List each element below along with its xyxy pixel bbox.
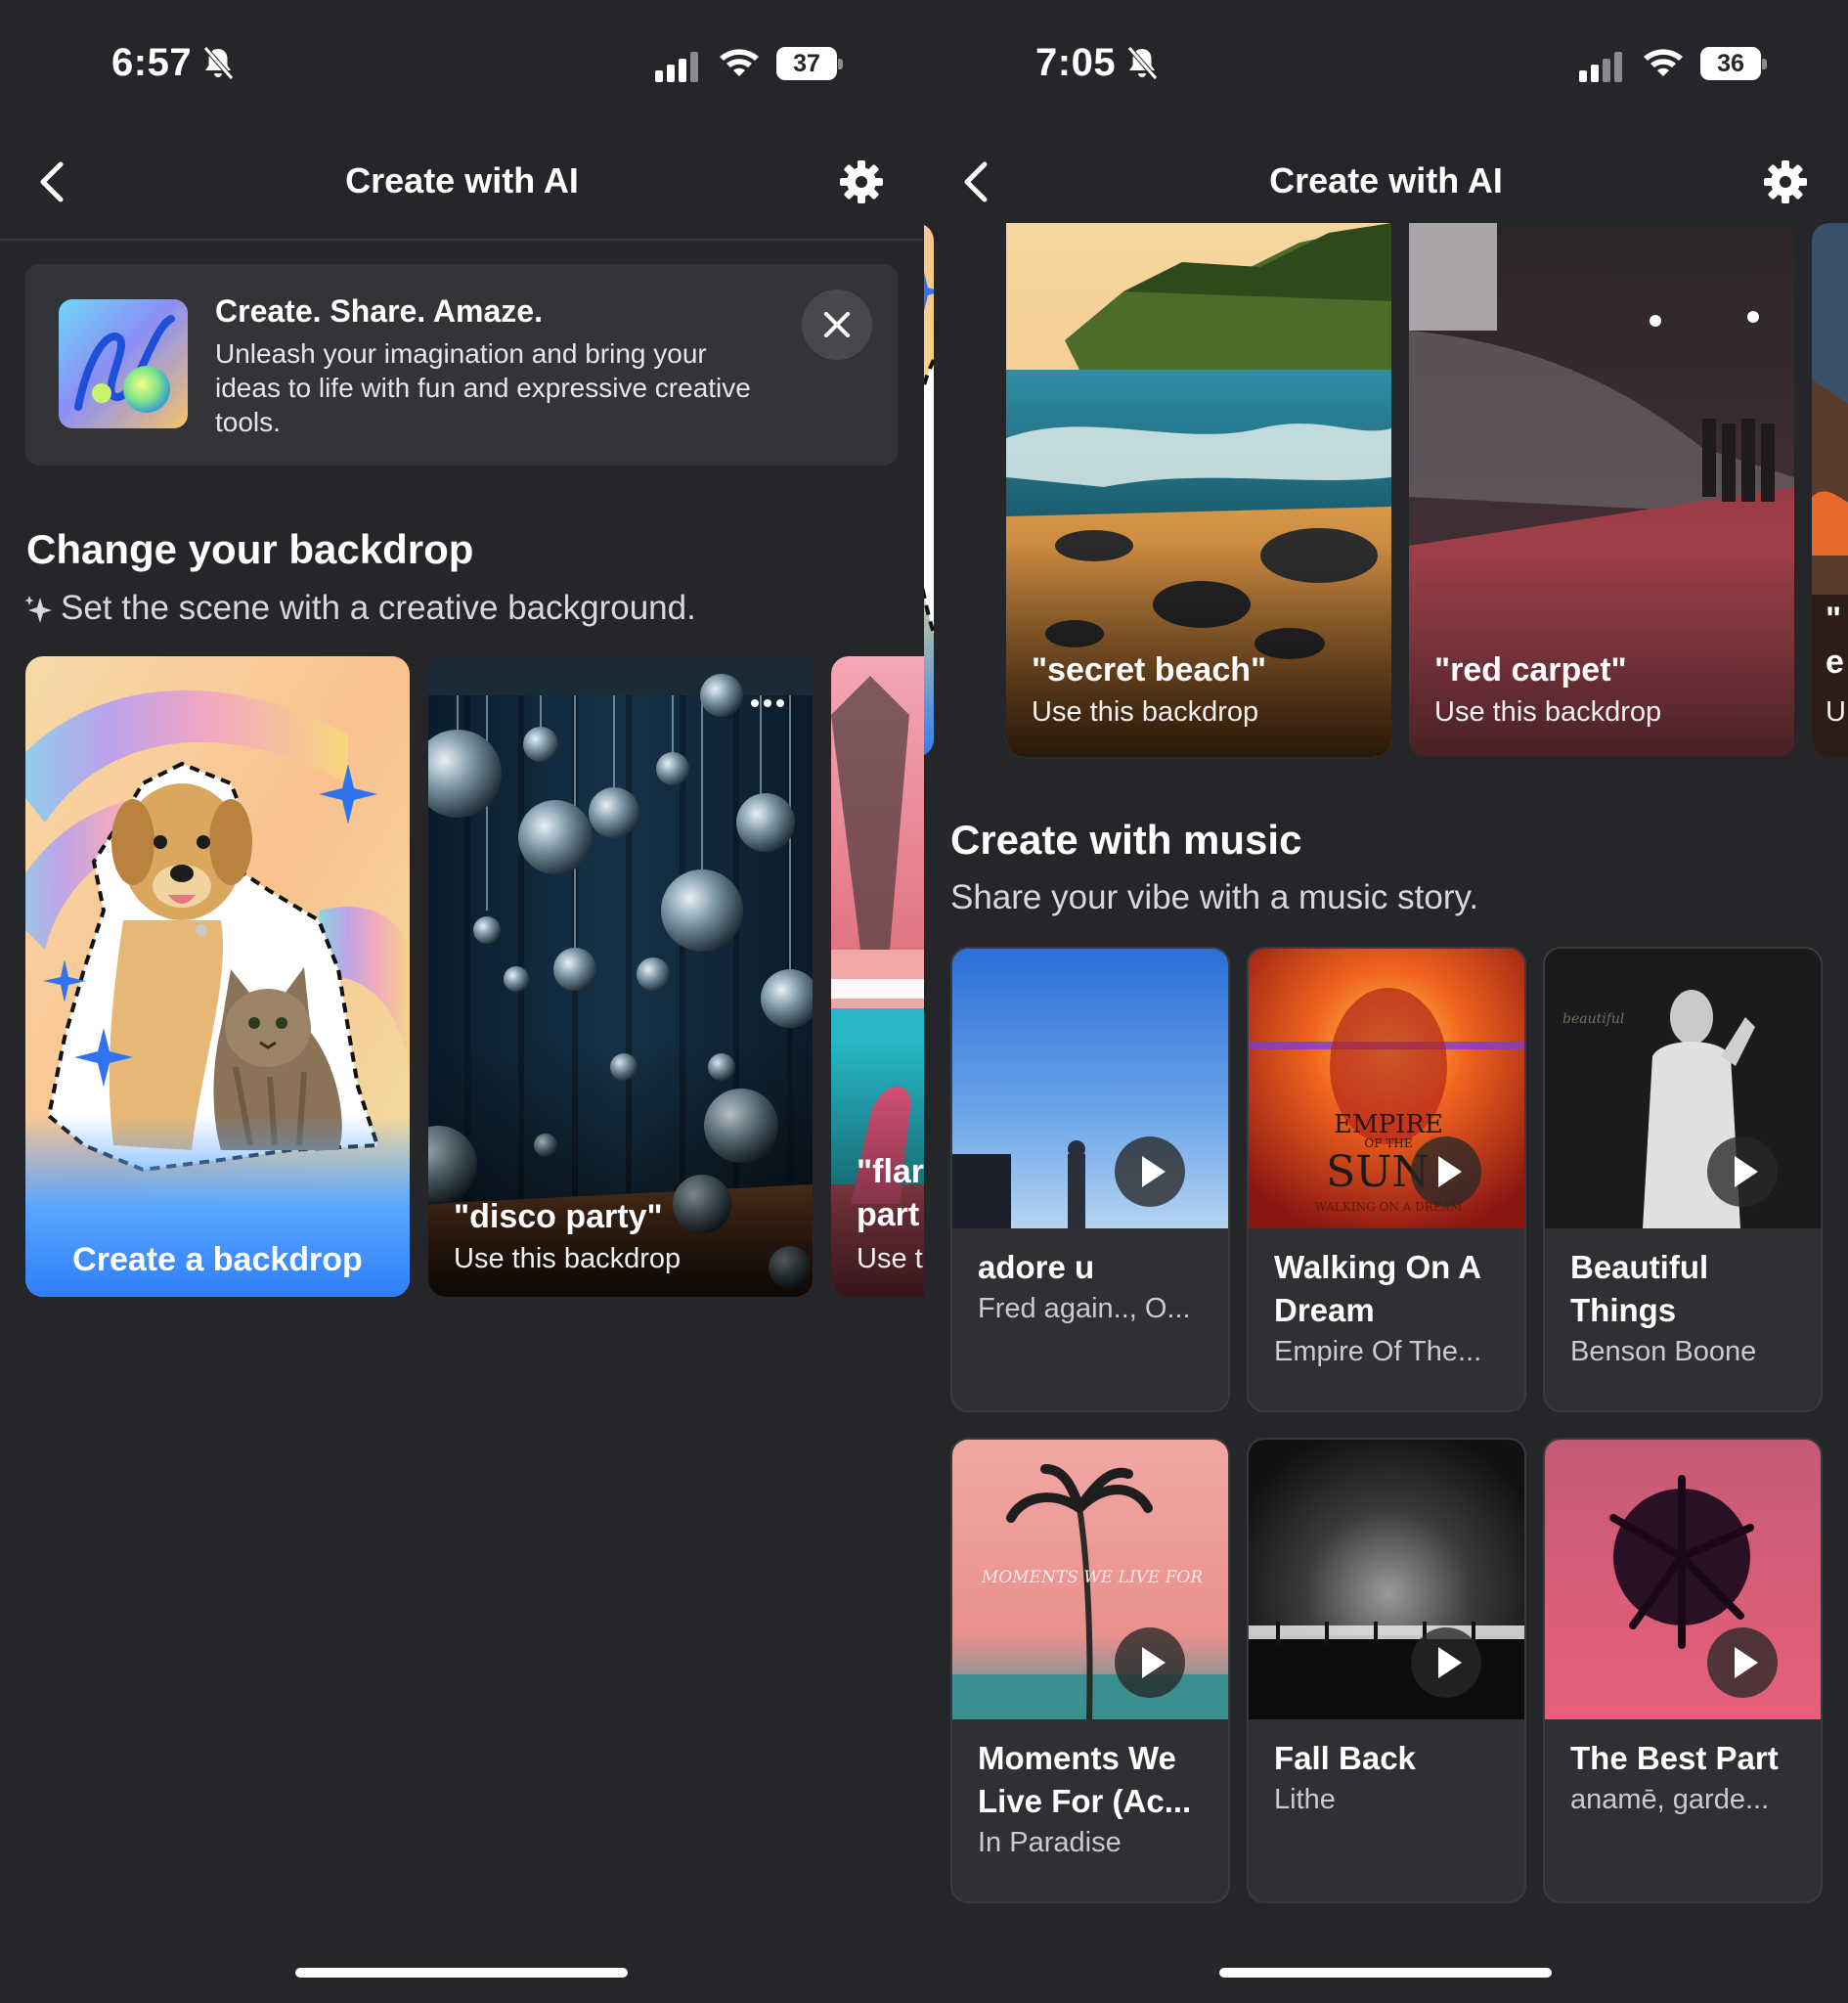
use-backdrop-label: Use t <box>857 1243 923 1274</box>
backdrop-name: "red carpet" <box>1434 651 1627 689</box>
track-artist: Fred again.., O... <box>978 1293 1191 1324</box>
backdrop-name-line2: e <box>1826 644 1844 681</box>
play-icon <box>1438 1156 1462 1187</box>
backdrop-name-line2: part <box>857 1196 920 1233</box>
pet-sticker-illustration <box>25 656 410 1297</box>
music-section-subtitle: Share your vibe with a music story. <box>950 878 1479 916</box>
album-art <box>952 949 1228 1228</box>
play-icon <box>1735 1647 1758 1678</box>
battery-indicator: 36 <box>1700 47 1767 80</box>
bell-muted-icon <box>1127 46 1158 80</box>
settings-gear-icon[interactable] <box>838 158 885 205</box>
left-screen: 6:57 37 Create with AI Create. Share. Am… <box>0 0 924 2003</box>
backdrop-name: "flar <box>857 1153 924 1190</box>
backdrop-card-red-carpet[interactable]: "red carpet" Use this backdrop <box>1409 223 1794 757</box>
wifi-icon <box>1644 49 1683 76</box>
backdrop-card-flamingo-party[interactable]: "flar part Use t <box>831 656 924 1297</box>
page-title: Create with AI <box>1269 160 1503 200</box>
status-time: 7:05 <box>1035 41 1117 84</box>
backdrop-name: " <box>1826 601 1842 638</box>
use-backdrop-label: Use this backdrop <box>1032 696 1259 728</box>
play-button[interactable] <box>1115 1627 1185 1698</box>
play-button[interactable] <box>1707 1136 1778 1207</box>
play-icon <box>1735 1156 1758 1187</box>
track-title: Beautiful Things <box>1570 1249 1709 1328</box>
svg-text:MOMENTS WE LIVE FOR: MOMENTS WE LIVE FOR <box>981 1568 1204 1587</box>
music-card-adore-u[interactable]: adore u Fred again.., O... <box>950 947 1230 1412</box>
track-title: The Best Part <box>1570 1740 1779 1776</box>
settings-gear-icon[interactable] <box>1762 158 1809 205</box>
backdrop-card-partial-right[interactable]: " e U <box>1812 223 1848 757</box>
album-art: EMPIRE OF THE SUN WALKING ON A DREAM <box>1249 949 1524 1228</box>
backdrop-section-title: Change your backdrop <box>26 526 474 572</box>
wifi-icon <box>720 49 759 76</box>
track-artist: In Paradise <box>978 1827 1122 1858</box>
album-art <box>1545 1440 1821 1719</box>
backdrop-card-create-partial[interactable]: p <box>924 223 934 757</box>
track-artist: Benson Boone <box>1570 1336 1757 1367</box>
track-artist: Empire Of The... <box>1274 1336 1482 1367</box>
status-bar: 7:05 36 <box>924 37 1848 92</box>
svg-text:EMPIRE: EMPIRE <box>1334 1110 1443 1139</box>
home-indicator <box>1219 1968 1552 1978</box>
status-bar: 6:57 37 <box>0 37 924 92</box>
music-card-beautiful-things[interactable]: beautiful Beautiful Things Benson Boone <box>1543 947 1823 1412</box>
track-artist: Lithe <box>1274 1784 1336 1815</box>
create-backdrop-label: Create a backdrop <box>72 1241 363 1278</box>
bell-muted-icon <box>203 46 234 80</box>
play-button[interactable] <box>1411 1627 1481 1698</box>
track-title: Moments We Live For (Ac... <box>978 1740 1192 1819</box>
backdrop-name: "disco party" <box>454 1198 663 1235</box>
album-art: beautiful <box>1545 949 1821 1228</box>
track-title: Walking On A Dream <box>1274 1249 1480 1328</box>
header-divider <box>0 239 924 241</box>
backdrop-card-disco-party[interactable]: "disco party" Use this backdrop <box>428 656 813 1297</box>
music-card-moments-we-live-for[interactable]: MOMENTS WE LIVE FOR Moments We Live For … <box>950 1438 1230 1903</box>
signal-icon <box>1579 52 1622 82</box>
track-title: adore u <box>978 1249 1095 1285</box>
use-backdrop-label: U <box>1826 696 1846 728</box>
backdrop-name: "secret beach" <box>1032 651 1267 689</box>
music-card-fall-back[interactable]: Fall Back Lithe <box>1247 1438 1526 1903</box>
right-screen: 7:05 36 Create with AI "secret beach" Us… <box>924 0 1848 2003</box>
track-artist: anamē, garde... <box>1570 1784 1770 1815</box>
play-button[interactable] <box>1115 1136 1185 1207</box>
close-icon <box>824 312 850 337</box>
play-button[interactable] <box>1707 1627 1778 1698</box>
status-time: 6:57 <box>111 41 193 84</box>
music-section-title: Create with music <box>950 817 1302 863</box>
play-icon <box>1142 1156 1166 1187</box>
play-icon <box>1142 1647 1166 1678</box>
signal-icon <box>655 52 698 82</box>
svg-text:beautiful: beautiful <box>1562 1011 1624 1027</box>
banner-title: Create. Share. Amaze. <box>215 293 543 329</box>
banner-body: Unleash your imagination and bring your … <box>215 338 751 437</box>
use-backdrop-label: Use this backdrop <box>1434 696 1662 728</box>
play-icon <box>1438 1647 1462 1678</box>
use-backdrop-label: Use this backdrop <box>454 1243 682 1274</box>
music-card-the-best-part[interactable]: The Best Part anamē, garde... <box>1543 1438 1823 1903</box>
banner-close-button[interactable] <box>802 289 872 360</box>
battery-indicator: 37 <box>776 47 843 80</box>
page-title: Create with AI <box>345 160 579 200</box>
sparkle-icon <box>24 596 52 623</box>
create-backdrop-art-partial <box>924 223 934 757</box>
track-title: Fall Back <box>1274 1740 1416 1776</box>
banner-art-thumbnail <box>59 299 188 428</box>
album-art <box>1249 1440 1524 1719</box>
create-backdrop-card[interactable]: Create a backdrop <box>25 656 410 1297</box>
album-art: MOMENTS WE LIVE FOR <box>952 1440 1228 1719</box>
promo-banner: Create. Share. Amaze. Unleash your imagi… <box>25 264 898 466</box>
home-indicator <box>295 1968 628 1978</box>
app-header: Create with AI <box>0 137 924 239</box>
music-card-walking-on-a-dream[interactable]: EMPIRE OF THE SUN WALKING ON A DREAM Wal… <box>1247 947 1526 1412</box>
backdrop-card-secret-beach[interactable]: "secret beach" Use this backdrop <box>1006 223 1391 757</box>
backdrop-section-subtitle: Set the scene with a creative background… <box>61 589 696 627</box>
play-button[interactable] <box>1411 1136 1481 1207</box>
